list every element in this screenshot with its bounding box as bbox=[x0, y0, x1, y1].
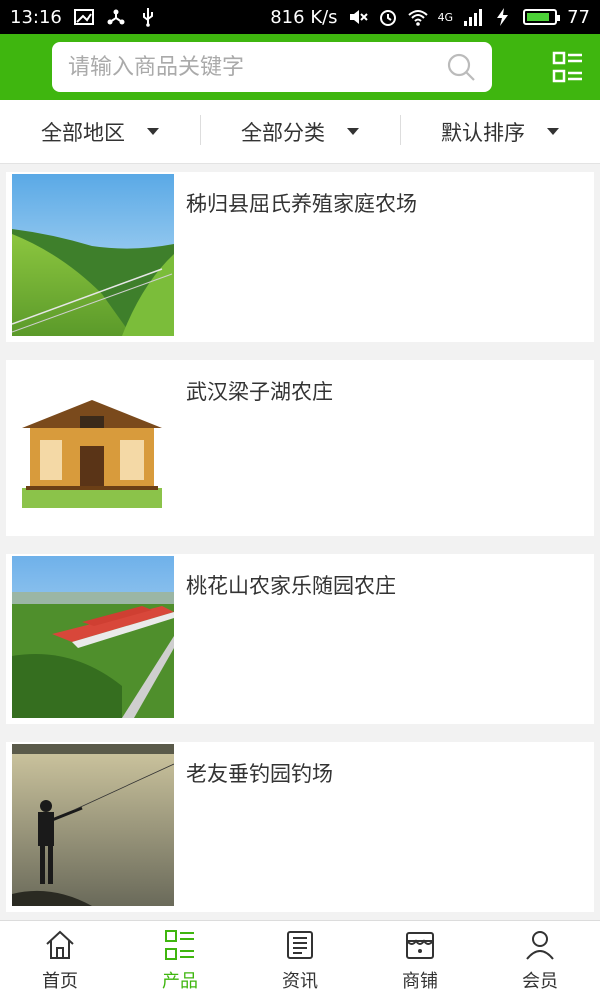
caret-down-icon bbox=[547, 128, 559, 135]
nav-news-label: 资讯 bbox=[282, 970, 318, 992]
farm-buildings-photo bbox=[12, 556, 174, 718]
fishing-lake-photo bbox=[12, 744, 174, 906]
caret-down-icon bbox=[347, 128, 359, 135]
message-icon bbox=[73, 9, 94, 25]
nav-news[interactable]: 资讯 bbox=[240, 921, 360, 1000]
mute-icon bbox=[349, 10, 368, 24]
store-icon bbox=[406, 931, 434, 959]
filter-bar: 全部地区 全部分类 默认排序 bbox=[0, 100, 600, 164]
news-icon bbox=[287, 930, 313, 959]
filter-category-label: 全部分类 bbox=[241, 120, 325, 145]
filter-region-label: 全部地区 bbox=[41, 120, 125, 145]
category-menu-button[interactable] bbox=[550, 49, 586, 85]
network-type: 4G bbox=[437, 10, 454, 24]
nav-member[interactable]: 会员 bbox=[480, 921, 600, 1000]
nav-stores-label: 商铺 bbox=[402, 970, 438, 992]
item-title: 武汉梁子湖农庄 bbox=[186, 380, 333, 404]
category-list-icon bbox=[552, 51, 582, 83]
nav-products-label: 产品 bbox=[162, 970, 198, 992]
search-box[interactable] bbox=[52, 42, 492, 92]
list-item[interactable]: 秭归县屈氏养殖家庭农场 bbox=[6, 172, 594, 342]
search-input[interactable] bbox=[68, 54, 446, 80]
charging-icon bbox=[497, 8, 509, 26]
list-item[interactable]: 老友垂钓园钓场 bbox=[6, 742, 594, 912]
item-title: 桃花山农家乐随园农庄 bbox=[186, 574, 396, 598]
caret-down-icon bbox=[147, 128, 159, 135]
home-icon bbox=[46, 930, 74, 959]
nav-home-label: 首页 bbox=[42, 970, 78, 992]
share-icon bbox=[107, 9, 125, 25]
item-title: 老友垂钓园钓场 bbox=[186, 762, 333, 786]
nav-member-label: 会员 bbox=[522, 970, 558, 992]
usb-icon bbox=[142, 8, 153, 27]
filter-sort-label: 默认排序 bbox=[441, 120, 525, 145]
list-item[interactable]: 桃花山农家乐随园农庄 bbox=[6, 554, 594, 724]
battery-level: 77 bbox=[567, 6, 590, 28]
nav-home[interactable]: 首页 bbox=[0, 921, 120, 1000]
status-time: 13:16 bbox=[10, 6, 62, 28]
status-bar: 13:16 816 K/s 4G 77 bbox=[0, 0, 600, 34]
wooden-pavilion-photo bbox=[12, 368, 174, 530]
wifi-icon bbox=[407, 10, 428, 26]
grassland-farm-photo bbox=[12, 174, 174, 336]
alarm-icon bbox=[379, 10, 396, 26]
net-speed: 816 K/s bbox=[270, 6, 338, 28]
battery-icon bbox=[523, 9, 561, 25]
nav-stores[interactable]: 商铺 bbox=[360, 921, 480, 1000]
list-item[interactable]: 武汉梁子湖农庄 bbox=[6, 360, 594, 536]
filter-sort[interactable]: 默认排序 bbox=[400, 114, 600, 147]
signal-icon bbox=[464, 9, 483, 26]
user-icon bbox=[526, 930, 554, 960]
item-title: 秭归县屈氏养殖家庭农场 bbox=[186, 192, 417, 216]
filter-category[interactable]: 全部分类 bbox=[200, 114, 400, 147]
bottom-nav: 首页 产品 资讯 商铺 会员 bbox=[0, 920, 600, 1000]
filter-region[interactable]: 全部地区 bbox=[0, 117, 200, 147]
header bbox=[0, 34, 600, 100]
grid-list-icon bbox=[165, 929, 194, 960]
nav-products[interactable]: 产品 bbox=[120, 921, 240, 1000]
product-list: 秭归县屈氏养殖家庭农场 武汉梁子湖农庄 桃花山农家乐随园农庄 老友垂钓园钓场 bbox=[6, 172, 594, 930]
search-icon[interactable] bbox=[446, 52, 476, 82]
